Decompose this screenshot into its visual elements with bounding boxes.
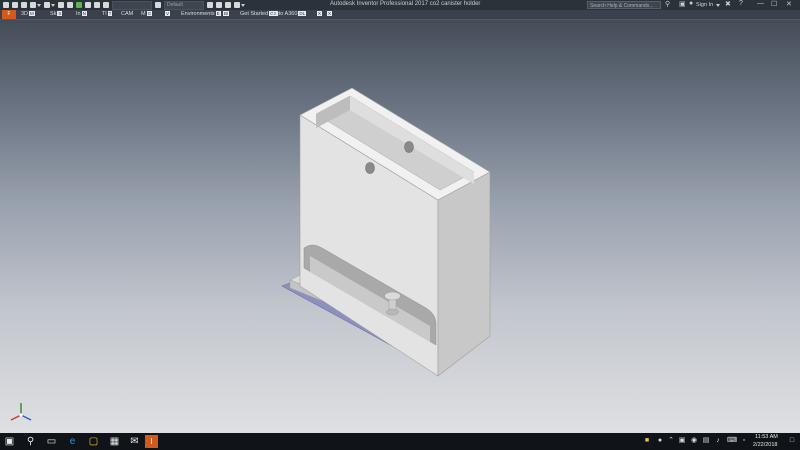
update-icon[interactable]: [76, 2, 82, 8]
tab-extra-1[interactable]: X: [316, 11, 323, 18]
graphics-viewport[interactable]: [0, 20, 800, 433]
keytip: S: [57, 11, 63, 17]
valve-base: [386, 308, 399, 316]
network-icon[interactable]: ▤: [702, 437, 710, 445]
tab-tools[interactable]: Tl T: [102, 11, 113, 18]
tray-app-icon-3[interactable]: ◉: [690, 437, 698, 445]
co2-canister-holder-model[interactable]: [0, 20, 800, 433]
search-input[interactable]: Search Help & Commands...: [587, 1, 661, 9]
file-explorer-icon[interactable]: ▢: [87, 435, 100, 448]
new-file-icon[interactable]: [3, 2, 9, 8]
undo-dropdown-icon[interactable]: [37, 3, 41, 7]
mail-icon[interactable]: ✉: [128, 435, 141, 448]
show-hidden-icons[interactable]: ⌃: [667, 437, 675, 445]
redo-icon[interactable]: [44, 2, 50, 8]
save-icon[interactable]: [21, 2, 27, 8]
search-placeholder: Search Help & Commands...: [590, 3, 654, 9]
action-center-icon[interactable]: ▫: [740, 437, 748, 445]
clock-date[interactable]: 2/22/2018: [753, 442, 777, 448]
cart-icon[interactable]: ▣: [679, 0, 686, 8]
keytip: X: [327, 11, 333, 17]
keytip: G: [146, 11, 153, 17]
tab-label: Sk: [50, 11, 57, 17]
tab-label: Auto A360: [272, 11, 298, 17]
tab-manage[interactable]: MG: [141, 11, 153, 18]
keytip: DL: [298, 11, 307, 17]
appearance-icon[interactable]: [155, 2, 161, 8]
title-bar: Default Autodesk Inventor Professional 2…: [0, 0, 800, 10]
keyboard-icon[interactable]: ⌨: [727, 437, 737, 445]
store-icon[interactable]: ▦: [108, 435, 121, 448]
windows-start-icon[interactable]: ▣: [3, 435, 16, 448]
material-combo[interactable]: [112, 0, 152, 10]
tab-sketch[interactable]: Sk S: [50, 11, 63, 18]
minimize-icon[interactable]: —: [757, 0, 764, 7]
tab-label: M: [141, 11, 146, 17]
clock-time[interactable]: 11:53 AM: [755, 434, 778, 440]
measure-icon[interactable]: [94, 2, 100, 8]
tab-autodesk-a360[interactable]: Auto A360 DL: [272, 11, 307, 18]
maximize-icon[interactable]: ☐: [771, 0, 777, 8]
customize-dropdown-icon[interactable]: [241, 3, 245, 7]
print-icon[interactable]: [67, 2, 73, 8]
tab-label: 3D: [21, 11, 29, 17]
tab-cam[interactable]: CAM: [121, 11, 133, 18]
people-icon[interactable]: ●: [656, 437, 664, 445]
tab-extra-2[interactable]: X: [326, 11, 333, 18]
material-icon[interactable]: [103, 2, 109, 8]
keytip: E: [215, 11, 221, 17]
view-cube-axis-icon[interactable]: [8, 400, 34, 422]
keytip: BI: [223, 11, 230, 17]
tab-inspect[interactable]: In N: [76, 11, 87, 18]
tab-label: Environments: [181, 11, 215, 17]
appearance-combo[interactable]: Default: [164, 0, 204, 10]
tab-label: Get Started: [240, 11, 269, 17]
tab-label: CAM: [121, 11, 134, 17]
mount-hole-left: [365, 162, 375, 174]
ilogic-icon[interactable]: [225, 2, 231, 8]
sign-in-dropdown-icon[interactable]: [716, 4, 720, 7]
redo-dropdown-icon[interactable]: [51, 3, 55, 7]
volume-icon[interactable]: ♪: [714, 437, 722, 445]
undo-icon[interactable]: [30, 2, 36, 8]
tab-3d-model[interactable]: 3D M: [21, 11, 35, 18]
mount-hole-right: [404, 141, 414, 153]
open-file-icon[interactable]: [12, 2, 18, 8]
exchange-apps-icon[interactable]: ✖: [725, 0, 731, 8]
select-icon[interactable]: [85, 2, 91, 8]
help-icon[interactable]: ?: [739, 0, 743, 7]
customize-icon[interactable]: [234, 2, 240, 8]
clear-override-icon[interactable]: [207, 2, 213, 8]
tray-app-icon-2[interactable]: ▣: [678, 437, 686, 445]
tab-view[interactable]: V: [164, 11, 171, 18]
sign-in-button[interactable]: Sign In: [696, 2, 713, 8]
search-icon[interactable]: ⚲: [665, 0, 670, 8]
tray-app-icon[interactable]: ■: [643, 437, 651, 445]
tab-label: Tl: [102, 11, 107, 17]
edge-browser-icon[interactable]: e: [66, 435, 79, 448]
ribbon-tabs: F 3D M Sk S In N Tl T CAM MG V Environments E…: [0, 10, 800, 20]
task-view-icon[interactable]: ▭: [45, 435, 58, 448]
search-icon[interactable]: ⚲: [24, 435, 37, 448]
user-icon[interactable]: ●: [689, 0, 693, 7]
body-side-face: [437, 171, 491, 377]
file-tab[interactable]: F: [2, 10, 16, 19]
keytip: M: [29, 11, 35, 17]
app-title: Autodesk Inventor Professional 2017 co2 …: [330, 1, 481, 7]
tab-environments[interactable]: Environments E: [181, 11, 221, 18]
keytip: X: [317, 11, 323, 17]
inventor-taskbar-icon[interactable]: I: [145, 435, 158, 448]
notification-icon[interactable]: □: [788, 437, 796, 445]
valve-cap: [384, 291, 401, 301]
keytip: T: [107, 11, 113, 17]
close-icon[interactable]: ✕: [786, 0, 792, 8]
tab-bim[interactable]: BI: [222, 11, 230, 18]
tab-label: In: [76, 11, 81, 17]
keytip: V: [165, 11, 171, 17]
windows-taskbar: ▣ ⚲ ▭ e ▢ ▦ ✉ I ■ ● ⌃ ▣ ◉ ▤ ♪ ⌨ ▫ 11:53 …: [0, 433, 800, 450]
parameters-icon[interactable]: [216, 2, 222, 8]
home-icon[interactable]: [58, 2, 64, 8]
keytip: N: [81, 11, 87, 17]
